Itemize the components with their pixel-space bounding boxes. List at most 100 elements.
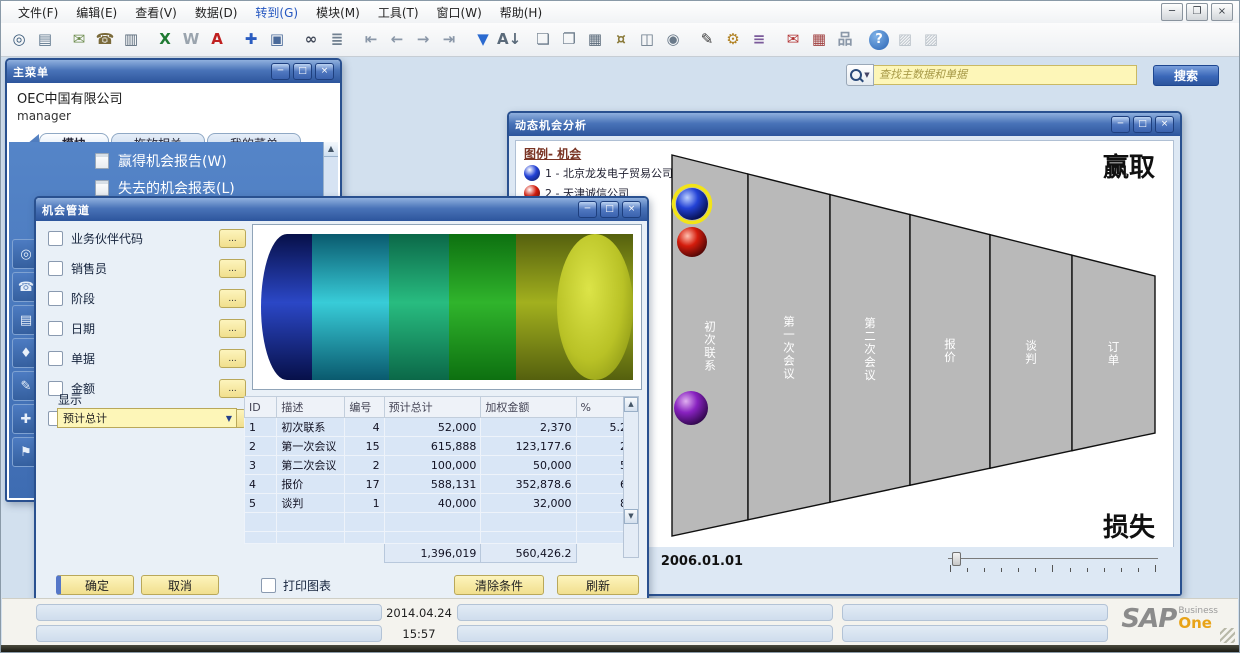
scroll-up-icon[interactable]: ▲ (324, 142, 338, 157)
journal-button[interactable]: ◫ (635, 28, 659, 52)
ok-button[interactable]: 确定 (56, 575, 134, 595)
pipeline-minimize-button[interactable]: ─ (578, 201, 597, 218)
document-checkbox[interactable] (48, 351, 63, 366)
main-menu-close-button[interactable]: × (315, 63, 334, 80)
menu-view[interactable]: 查看(V) (126, 2, 186, 23)
analysis-minimize-button[interactable]: ─ (1111, 116, 1130, 133)
table-row[interactable]: 2第一次会议15615,888123,177.620 (245, 437, 639, 456)
print-preview-button[interactable]: ◎ (7, 28, 31, 52)
help-button[interactable]: ? (869, 30, 889, 50)
menu-modules[interactable]: 模块(M) (307, 2, 369, 23)
business-partner-code-browse-button[interactable]: ... (219, 229, 246, 248)
org-chart-button[interactable]: 品 (833, 28, 857, 52)
print-button[interactable]: ▤ (33, 28, 57, 52)
menu-help[interactable]: 帮助(H) (491, 2, 551, 23)
pencil-button[interactable]: ✎ (695, 28, 719, 52)
search-button[interactable]: 搜索 (1153, 65, 1219, 86)
menu-tools[interactable]: 工具(T) (369, 2, 428, 23)
opportunity-analysis-titlebar[interactable]: 动态机会分析 ─□× (509, 113, 1180, 136)
previous-record-button[interactable]: ← (385, 28, 409, 52)
app-restore-button[interactable]: ❐ (1186, 3, 1208, 21)
navigate-button[interactable]: ✚ (239, 28, 263, 52)
menu-window[interactable]: 窗口(W) (428, 2, 491, 23)
business-partner-code-checkbox[interactable] (48, 231, 63, 246)
first-record-button[interactable]: ⇤ (359, 28, 383, 52)
opportunity-marker[interactable] (676, 188, 708, 220)
legend-item[interactable]: 1 - 北京龙发电子贸易公司 (524, 165, 673, 181)
opportunity-marker[interactable] (674, 391, 708, 425)
alert-button[interactable]: ✉ (781, 28, 805, 52)
pipeline-maximize-button[interactable]: □ (600, 201, 619, 218)
main-menu-maximize-button[interactable]: □ (293, 63, 312, 80)
grayed-button-2[interactable]: ▨ (919, 28, 943, 52)
form-settings-button[interactable]: ⚙ (721, 28, 745, 52)
database-button[interactable]: ≡ (747, 28, 771, 52)
fax-button[interactable]: ▥ (119, 28, 143, 52)
table-row[interactable]: 1初次联系452,0002,3705.25 (245, 418, 639, 437)
menu-edit[interactable]: 编辑(E) (67, 2, 126, 23)
analysis-maximize-button[interactable]: □ (1133, 116, 1152, 133)
table-row[interactable]: 3第二次会议2100,00050,00050 (245, 456, 639, 475)
scroll-down-icon[interactable]: ▼ (624, 509, 638, 524)
clear-conditions-button[interactable]: 清除条件 (454, 575, 544, 595)
menu-item-won-opportunities-report[interactable]: 赢得机会报告(W) (9, 147, 338, 174)
calculator-button[interactable]: ▦ (583, 28, 607, 52)
analysis-close-button[interactable]: × (1155, 116, 1174, 133)
date-browse-button[interactable]: ... (219, 319, 246, 338)
stage-browse-button[interactable]: ... (219, 289, 246, 308)
dropdown-arrow-icon[interactable]: ▼ (222, 414, 236, 423)
document-browse-button[interactable]: ... (219, 349, 246, 368)
timeline-slider[interactable] (948, 550, 1158, 572)
column-header[interactable]: 编号 (345, 397, 384, 418)
column-header[interactable]: 加权金额 (481, 397, 576, 418)
pipeline-close-button[interactable]: × (622, 201, 641, 218)
pipeline-dialog-titlebar[interactable]: 机会管道 ─□× (36, 198, 647, 221)
column-header[interactable]: ID (245, 397, 277, 418)
copy-from-button[interactable]: ❏ (531, 28, 555, 52)
next-record-button[interactable]: → (411, 28, 435, 52)
opportunity-marker[interactable] (677, 227, 707, 257)
main-menu-minimize-button[interactable]: ─ (271, 63, 290, 80)
find-button[interactable]: ∞ (299, 28, 323, 52)
payment-button[interactable]: ¤ (609, 28, 633, 52)
amount-browse-button[interactable]: ... (219, 379, 246, 398)
send-message-button[interactable]: ✉ (67, 28, 91, 52)
last-record-button[interactable]: ⇥ (437, 28, 461, 52)
sort-button[interactable]: A↓ (497, 28, 521, 52)
app-minimize-button[interactable]: ─ (1161, 3, 1183, 21)
search-scope-button[interactable]: ▼ (846, 64, 874, 86)
sales-employee-browse-button[interactable]: ... (219, 259, 246, 278)
list-button[interactable]: ≣ (325, 28, 349, 52)
book-search-button[interactable]: ◉ (661, 28, 685, 52)
cancel-button[interactable]: 取消 (141, 575, 219, 595)
column-header[interactable]: 描述 (277, 397, 345, 418)
stage-checkbox[interactable] (48, 291, 63, 306)
lock-screen-button[interactable]: ▣ (265, 28, 289, 52)
grayed-button-1[interactable]: ▨ (893, 28, 917, 52)
app-close-button[interactable]: × (1211, 3, 1233, 21)
filter-button[interactable]: ▼ (471, 28, 495, 52)
scroll-up-icon[interactable]: ▲ (624, 397, 638, 412)
sms-button[interactable]: ☎ (93, 28, 117, 52)
table-row[interactable]: 4报价17588,131352,878.660 (245, 475, 639, 494)
menu-goto[interactable]: 转到(G) (246, 2, 307, 23)
search-input[interactable] (874, 65, 1137, 85)
calendar-button[interactable]: ▦ (807, 28, 831, 52)
menu-file[interactable]: 文件(F) (9, 2, 67, 23)
export-pdf-button[interactable]: A (205, 28, 229, 52)
export-excel-button[interactable]: X (153, 28, 177, 52)
table-scrollbar[interactable]: ▲ ▼ (623, 396, 639, 558)
refresh-button[interactable]: 刷新 (557, 575, 639, 595)
table-row[interactable]: 5谈判140,00032,00080 (245, 494, 639, 513)
copy-to-button[interactable]: ❐ (557, 28, 581, 52)
export-word-button[interactable]: W (179, 28, 203, 52)
column-header[interactable]: 预计总计 (384, 397, 481, 418)
display-dropdown[interactable]: 预计总计 ▼ (57, 408, 237, 428)
sales-employee-checkbox[interactable] (48, 261, 63, 276)
menu-data[interactable]: 数据(D) (186, 2, 247, 23)
legend-label: 1 - 北京龙发电子贸易公司 (545, 165, 673, 181)
resize-grip[interactable] (1220, 628, 1235, 643)
print-chart-checkbox[interactable] (261, 578, 276, 593)
main-menu-titlebar[interactable]: 主菜单 ─□× (7, 60, 340, 83)
date-checkbox[interactable] (48, 321, 63, 336)
